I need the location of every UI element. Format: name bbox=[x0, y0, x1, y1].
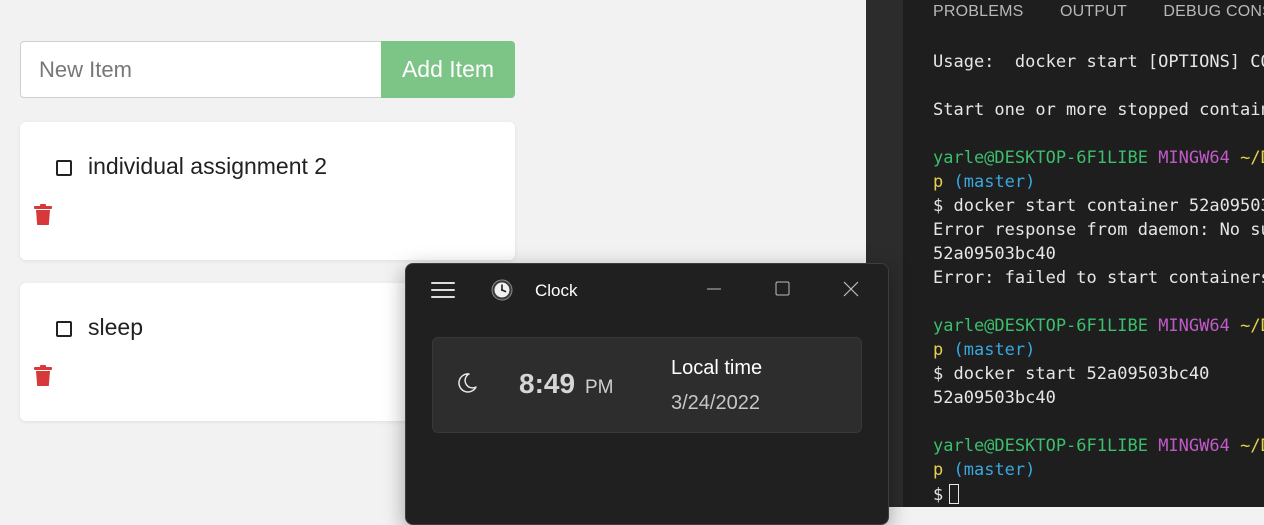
clock-titlebar[interactable]: Clock bbox=[406, 264, 888, 316]
terminal-output: 52a09503bc40 bbox=[933, 388, 1056, 408]
todo-checkbox[interactable] bbox=[56, 321, 72, 337]
add-item-form: Add Item bbox=[20, 41, 515, 98]
terminal-error: Error: failed to start containers: conta… bbox=[933, 268, 1264, 288]
terminal-usage-line: Usage: docker start [OPTIONS] CONTAINER … bbox=[933, 52, 1264, 72]
local-time-card[interactable]: 8:49 PM Local time 3/24/2022 bbox=[432, 337, 862, 433]
terminal-prompt-branch: p (master) bbox=[933, 172, 1036, 192]
clock-date: 3/24/2022 bbox=[671, 392, 760, 414]
terminal-tabs: PROBLEMS OUTPUT DEBUG CONSOLE bbox=[933, 3, 1264, 21]
hamburger-icon[interactable] bbox=[431, 282, 455, 300]
terminal-prompt: yarle@DESKTOP-6F1LIBE MINGW64 ~/Desktop/… bbox=[933, 436, 1264, 456]
terminal-command: $ docker start 52a09503bc40 bbox=[933, 364, 1210, 384]
todo-checkbox[interactable] bbox=[56, 160, 72, 176]
terminal-error: Error response from daemon: No such cont… bbox=[933, 220, 1264, 240]
maximize-icon[interactable] bbox=[762, 274, 802, 304]
minimize-icon[interactable] bbox=[694, 274, 734, 304]
clock-ampm: PM bbox=[585, 377, 614, 398]
terminal-output: 52a09503bc40 bbox=[933, 244, 1056, 264]
prompt-user: yarle@DESKTOP-6F1LIBE bbox=[933, 148, 1148, 168]
terminal-panel[interactable]: PROBLEMS OUTPUT DEBUG CONSOLE Usage: doc… bbox=[903, 0, 1264, 507]
tab-problems[interactable]: PROBLEMS bbox=[933, 3, 1024, 21]
trash-icon[interactable] bbox=[33, 365, 53, 387]
terminal-cursor bbox=[949, 484, 960, 504]
clock-app-icon bbox=[491, 279, 513, 301]
todo-card: individual assignment 2 bbox=[20, 122, 515, 260]
clock-window-title: Clock bbox=[535, 281, 578, 300]
clock-window: Clock 8:49 PM Local time 3/24/2022 bbox=[405, 263, 889, 525]
tab-debug-console[interactable]: DEBUG CONSOLE bbox=[1163, 3, 1264, 21]
terminal-prompt: yarle@DESKTOP-6F1LIBE MINGW64 ~/Desktop/… bbox=[933, 148, 1264, 168]
clock-time: 8:49 bbox=[519, 368, 576, 399]
clock-place-label: Local time bbox=[671, 357, 763, 379]
terminal-command: $ docker start container 52a09503bc40 bbox=[933, 196, 1264, 216]
terminal-prompt-branch: p (master) bbox=[933, 460, 1036, 480]
prompt-path: ~/Desktop/p bbox=[1240, 148, 1264, 168]
new-item-input[interactable] bbox=[20, 41, 381, 98]
terminal-input-line[interactable]: $ bbox=[933, 484, 960, 505]
todo-label: individual assignment 2 bbox=[88, 153, 328, 179]
prompt-env: MINGW64 bbox=[1158, 148, 1230, 168]
terminal-prompt-branch: p (master) bbox=[933, 340, 1036, 360]
trash-icon[interactable] bbox=[33, 204, 53, 226]
close-icon[interactable] bbox=[831, 274, 871, 304]
tab-output[interactable]: OUTPUT bbox=[1060, 3, 1127, 21]
add-item-button[interactable]: Add Item bbox=[381, 41, 515, 98]
moon-icon bbox=[458, 373, 477, 393]
terminal-description-line: Start one or more stopped containers bbox=[933, 100, 1264, 120]
terminal-prompt: yarle@DESKTOP-6F1LIBE MINGW64 ~/Desktop/… bbox=[933, 316, 1264, 336]
todo-label: sleep bbox=[88, 314, 143, 340]
